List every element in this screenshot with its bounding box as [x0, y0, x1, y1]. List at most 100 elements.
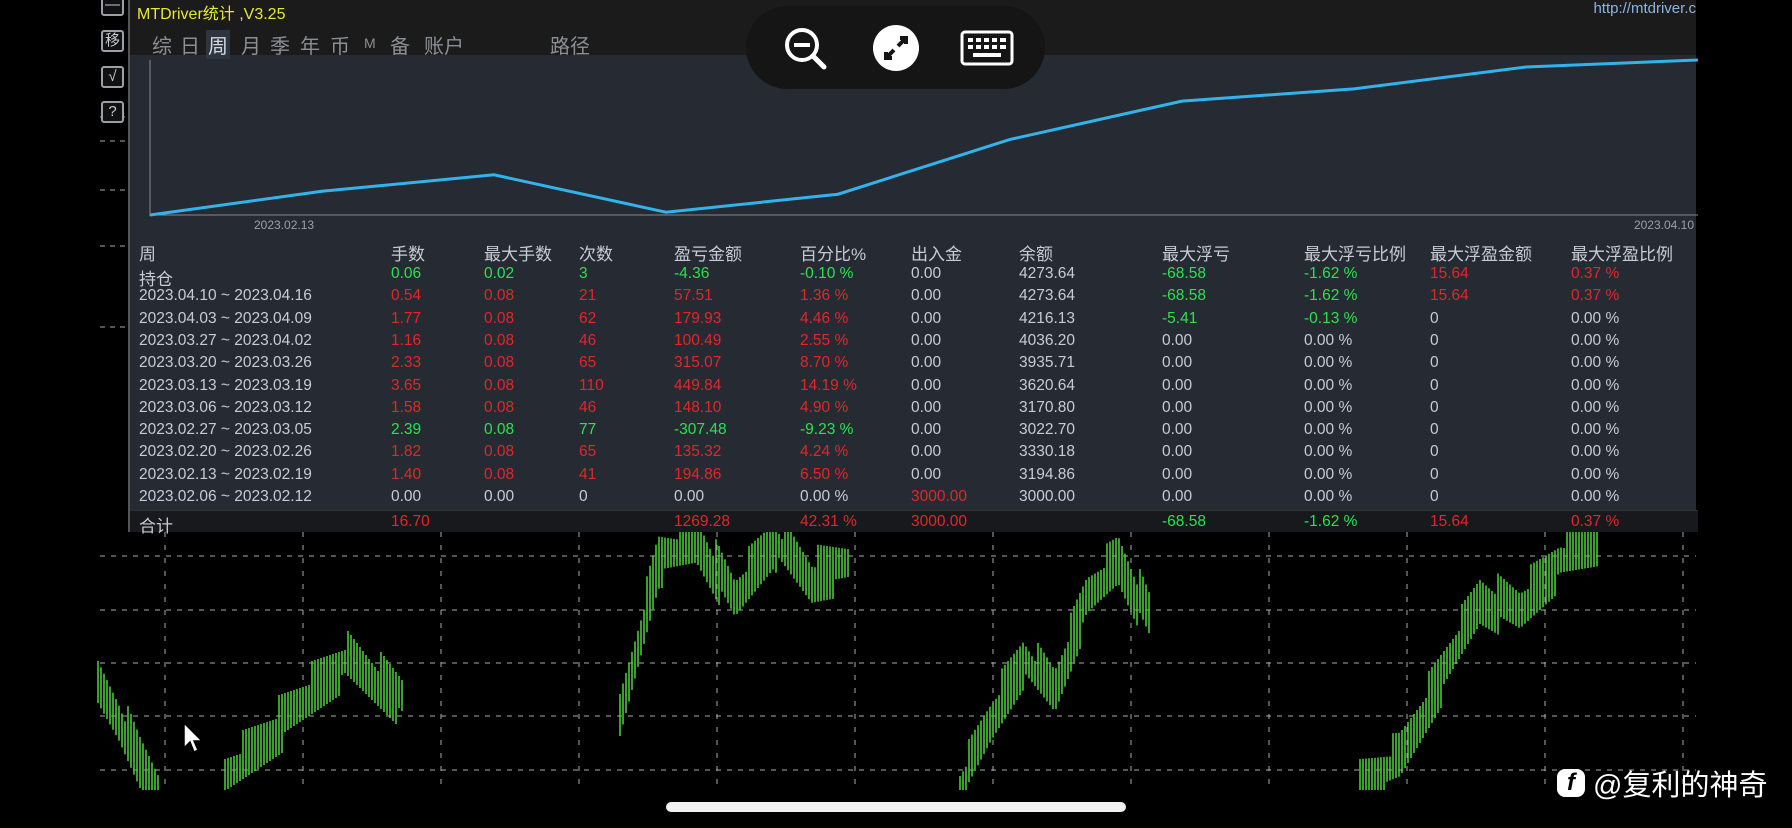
- column-header: 出入金: [911, 245, 962, 264]
- table-cell: 148.10: [674, 398, 722, 416]
- table-cell: 1.40: [391, 465, 422, 483]
- table-cell: 0.08: [484, 398, 515, 416]
- table-cell: 0.00: [1162, 488, 1193, 505]
- table-cell: -1.62 %: [1304, 265, 1358, 282]
- table-cell: 0.00 %: [1304, 354, 1353, 372]
- help-button[interactable]: ?: [101, 101, 124, 123]
- table-cell: 1.82: [391, 443, 422, 461]
- watermark-text: @复利的神奇: [1593, 770, 1768, 802]
- tab-7[interactable]: M: [362, 35, 378, 51]
- table-cell: 0.00: [911, 354, 942, 372]
- table-cell: 0.37 %: [1571, 287, 1620, 305]
- table-cell: 3000.00: [1019, 488, 1076, 505]
- total-label: 合计: [139, 517, 173, 536]
- table-cell: 0.00: [1162, 376, 1193, 394]
- table-cell: 1.36 %: [800, 287, 849, 305]
- table-cell: -5.41: [1162, 309, 1198, 327]
- site-link[interactable]: http://mtdriver.c: [1593, 0, 1696, 17]
- table-cell: 6.50 %: [800, 465, 849, 483]
- table-cell: 0.00: [911, 398, 942, 416]
- move-button[interactable]: 移: [101, 30, 124, 52]
- check-button[interactable]: √: [101, 66, 124, 88]
- table-cell: 3935.71: [1019, 354, 1076, 372]
- row-label: 2023.02.20 ~ 2023.02.26: [139, 443, 312, 461]
- table-cell: 0.00 %: [1304, 376, 1353, 394]
- keyboard-icon[interactable]: [960, 24, 1014, 72]
- table-cell: 2.55 %: [800, 331, 849, 349]
- table-cell: 15.64: [1430, 265, 1469, 282]
- table-cell: 0.00 %: [1571, 488, 1620, 505]
- table-cell: 4.46 %: [800, 309, 849, 327]
- table-cell: 41: [579, 465, 597, 483]
- table-cell: 0.00 %: [1571, 421, 1620, 439]
- table-cell: 3170.80: [1019, 398, 1076, 416]
- table-cell: 0.00: [911, 443, 942, 461]
- row-label: 2023.02.27 ~ 2023.03.05: [139, 421, 312, 439]
- table-cell: 0.00 %: [1304, 421, 1353, 439]
- table-cell: 4.90 %: [800, 398, 849, 416]
- table-cell: 62: [579, 309, 597, 327]
- app-title: MTDriver统计 ,V3.25: [137, 6, 286, 23]
- table-cell: -307.48: [674, 421, 727, 439]
- table-cell: 0.00: [1162, 331, 1193, 349]
- table-cell: 0.00 %: [1304, 488, 1353, 505]
- table-cell: 179.93: [674, 309, 722, 327]
- column-header: 百分比%: [800, 245, 867, 264]
- column-header: 最大浮盈金额: [1430, 245, 1532, 264]
- table-cell: 3: [579, 265, 588, 282]
- table-cell: 0.00: [1162, 443, 1193, 461]
- table-cell: 0: [1430, 398, 1439, 416]
- table-cell: 4216.13: [1019, 309, 1076, 327]
- table-cell: -1.62 %: [1304, 287, 1358, 305]
- total-cell: 15.64: [1430, 513, 1469, 530]
- table-cell: 110: [579, 376, 604, 394]
- home-indicator[interactable]: [666, 802, 1126, 812]
- table-cell: -4.36: [674, 265, 710, 282]
- table-cell: 3194.86: [1019, 465, 1076, 483]
- total-cell: 0.37 %: [1571, 513, 1620, 530]
- table-cell: 0.02: [484, 265, 515, 282]
- table-cell: 15.64: [1430, 287, 1469, 305]
- table-cell: 3620.64: [1019, 376, 1076, 394]
- row-label: 2023.04.10 ~ 2023.04.16: [139, 287, 312, 305]
- table-cell: 57.51: [674, 287, 713, 305]
- zoom-out-icon[interactable]: [781, 24, 829, 72]
- table-cell: 0.08: [484, 376, 515, 394]
- table-cell: 0: [1430, 376, 1439, 394]
- column-header: 最大浮盈比例: [1571, 245, 1673, 264]
- table-cell: -9.23 %: [800, 421, 854, 439]
- column-header: 周: [139, 245, 156, 264]
- row-label: 2023.04.03 ~ 2023.04.09: [139, 309, 312, 327]
- table-cell: 0.00 %: [1571, 309, 1620, 327]
- table-cell: -68.58: [1162, 265, 1206, 282]
- table-cell: 3330.18: [1019, 443, 1076, 461]
- table-cell: 0: [1430, 354, 1439, 372]
- table-cell: 0.00: [911, 309, 942, 327]
- table-cell: 0.00: [1162, 465, 1193, 483]
- table-cell: 0.00: [911, 376, 942, 394]
- table-cell: 0.00 %: [1304, 398, 1353, 416]
- table-cell: 3022.70: [1019, 421, 1076, 439]
- table-cell: 0: [1430, 421, 1439, 439]
- table-cell: 0.00: [1162, 398, 1193, 416]
- table-cell: -0.10 %: [800, 265, 854, 282]
- table-cell: 14.19 %: [800, 376, 857, 394]
- minimize-button[interactable]: —: [101, 0, 124, 16]
- table-cell: 0.08: [484, 354, 515, 372]
- table-cell: 0: [579, 488, 588, 505]
- table-cell: 1.16: [391, 331, 422, 349]
- table-cell: 0.00: [484, 488, 515, 505]
- table-cell: 4273.64: [1019, 287, 1076, 305]
- table-cell: 3.65: [391, 376, 422, 394]
- table-cell: 0.08: [484, 465, 515, 483]
- row-label: 2023.03.20 ~ 2023.03.26: [139, 354, 312, 372]
- mouse-cursor-icon: [183, 722, 204, 754]
- table-cell: 0.00 %: [1571, 465, 1620, 483]
- watermark: f @复利的神奇: [1557, 762, 1767, 804]
- table-cell: 0.00: [391, 488, 422, 505]
- column-header: 最大浮亏比例: [1304, 245, 1406, 264]
- table-cell: 4.24 %: [800, 443, 849, 461]
- remote-connect-icon[interactable]: [872, 24, 920, 72]
- table-cell: 46: [579, 398, 597, 416]
- table-cell: 4036.20: [1019, 331, 1076, 349]
